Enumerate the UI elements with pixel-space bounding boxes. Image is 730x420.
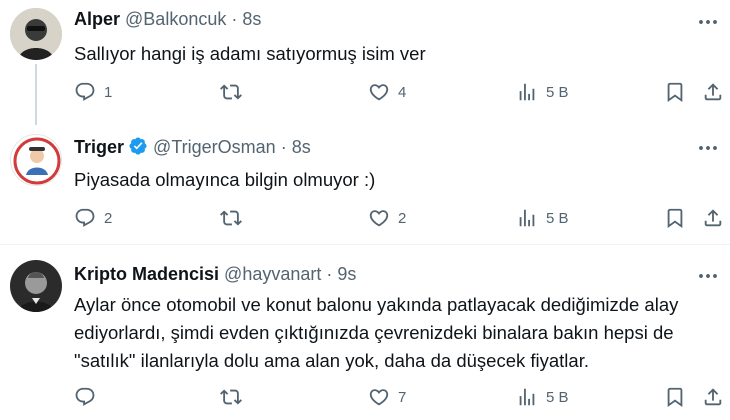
share-button[interactable] (702, 79, 724, 105)
reply-icon (74, 386, 96, 408)
avatar[interactable] (10, 260, 62, 312)
tweet-triger[interactable]: Triger @TrigerOsman · 8s Piyasada olmayı… (0, 125, 730, 243)
like-count: 7 (398, 388, 407, 406)
tweet-text: Piyasada olmayınca bilgin olmuyor :) (74, 169, 376, 190)
views-icon (516, 81, 538, 103)
reply-button[interactable]: 2 (74, 205, 112, 231)
views-button[interactable]: 5 B (516, 384, 569, 410)
reply-icon (74, 81, 96, 103)
like-button[interactable]: 7 (368, 384, 406, 410)
verified-badge-icon[interactable] (128, 136, 148, 156)
like-button[interactable]: 4 (368, 79, 406, 105)
tweet-text-line: Aylar önce otomobil ve konut balonu yakı… (74, 294, 679, 315)
display-name[interactable]: Triger (74, 137, 124, 157)
reply-button[interactable]: 1 (74, 79, 112, 105)
display-name[interactable]: Alper (74, 9, 120, 29)
tweet-text-line: ediyorlardı, şimdi evden çıktığınızda çe… (74, 322, 674, 343)
avatar-photo (10, 260, 62, 312)
tweet-actions: 7 5 B (74, 384, 720, 410)
tweet-actions: 1 4 5 B (74, 79, 720, 105)
separator-dot: · (280, 137, 287, 157)
bookmark-icon (664, 207, 686, 229)
bookmark-button[interactable] (664, 205, 686, 231)
retweet-button[interactable] (220, 384, 250, 410)
separator-dot: · (231, 9, 238, 29)
tweet-kripto-madencisi[interactable]: Kripto Madencisi @hayvanart · 9s Aylar ö… (0, 245, 730, 420)
bookmark-icon (664, 386, 686, 408)
like-icon (368, 81, 390, 103)
timestamp[interactable]: 8s (242, 9, 261, 29)
share-button[interactable] (702, 205, 724, 231)
retweet-icon (220, 81, 242, 103)
more-icon[interactable] (696, 136, 720, 160)
tweet-header: Triger @TrigerOsman · 8s (74, 136, 311, 158)
views-icon (516, 207, 538, 229)
like-icon (368, 386, 390, 408)
views-icon (516, 386, 538, 408)
handle[interactable]: @Balkoncuk (125, 9, 226, 29)
avatar[interactable] (10, 8, 62, 60)
timestamp[interactable]: 8s (292, 137, 311, 157)
share-icon (702, 81, 724, 103)
tweet-text-line: "satılık" ilanlarıyla dolu ama alan yok,… (74, 350, 589, 371)
tweet-actions: 2 2 5 B (74, 205, 720, 231)
separator-dot: · (326, 264, 333, 284)
tweet-text: Sallıyor hangi iş adamı satıyormuş isim … (74, 43, 426, 64)
tweet-header: Alper @Balkoncuk · 8s (74, 9, 261, 30)
avatar-photo (10, 8, 62, 60)
reply-icon (74, 207, 96, 229)
retweet-button[interactable] (220, 205, 250, 231)
bookmark-button[interactable] (664, 79, 686, 105)
thread-line (35, 64, 37, 125)
tweet-text: Aylar önce otomobil ve konut balonu yakı… (74, 291, 714, 375)
like-count: 2 (398, 209, 407, 227)
share-icon (702, 386, 724, 408)
tweet-header: Kripto Madencisi @hayvanart · 9s (74, 264, 356, 285)
display-name[interactable]: Kripto Madencisi (74, 264, 219, 284)
bookmark-button[interactable] (664, 384, 686, 410)
views-button[interactable]: 5 B (516, 205, 569, 231)
share-button[interactable] (702, 384, 724, 410)
views-count: 5 B (546, 83, 569, 101)
handle[interactable]: @TrigerOsman (153, 137, 276, 157)
more-icon[interactable] (696, 10, 720, 34)
share-icon (702, 207, 724, 229)
like-icon (368, 207, 390, 229)
bookmark-icon (664, 81, 686, 103)
retweet-icon (220, 207, 242, 229)
more-icon[interactable] (696, 264, 720, 288)
retweet-icon (220, 386, 242, 408)
retweet-button[interactable] (220, 79, 250, 105)
views-count: 5 B (546, 209, 569, 227)
like-count: 4 (398, 83, 407, 101)
tweet-alper[interactable]: Alper @Balkoncuk · 8s Sallıyor hangi iş … (0, 0, 730, 125)
reply-count: 1 (104, 83, 113, 101)
views-count: 5 B (546, 388, 569, 406)
avatar[interactable] (10, 134, 62, 186)
avatar-photo (12, 136, 61, 185)
like-button[interactable]: 2 (368, 205, 406, 231)
handle[interactable]: @hayvanart (224, 264, 321, 284)
timestamp[interactable]: 9s (337, 264, 356, 284)
views-button[interactable]: 5 B (516, 79, 569, 105)
reply-button[interactable] (74, 384, 104, 410)
reply-count: 2 (104, 209, 113, 227)
